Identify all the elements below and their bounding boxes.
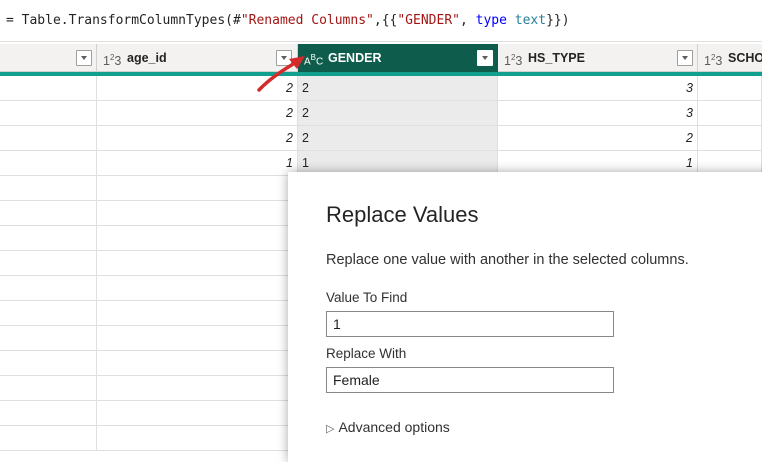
expand-triangle-icon: ▷ [326,423,335,435]
replace-with-input[interactable]: Female [326,367,614,393]
dialog-description: Replace one value with another in the se… [326,252,689,268]
value-to-find-label: Value To Find [326,290,408,305]
replace-values-dialog: Replace Values Replace one value with an… [288,172,762,462]
replace-with-label: Replace With [326,346,407,361]
advanced-options-toggle[interactable]: ▷ Advanced options [326,419,450,435]
value-to-find-input[interactable]: 1 [326,311,614,337]
advanced-options-label: Advanced options [338,419,450,435]
dialog-title: Replace Values [326,202,479,227]
